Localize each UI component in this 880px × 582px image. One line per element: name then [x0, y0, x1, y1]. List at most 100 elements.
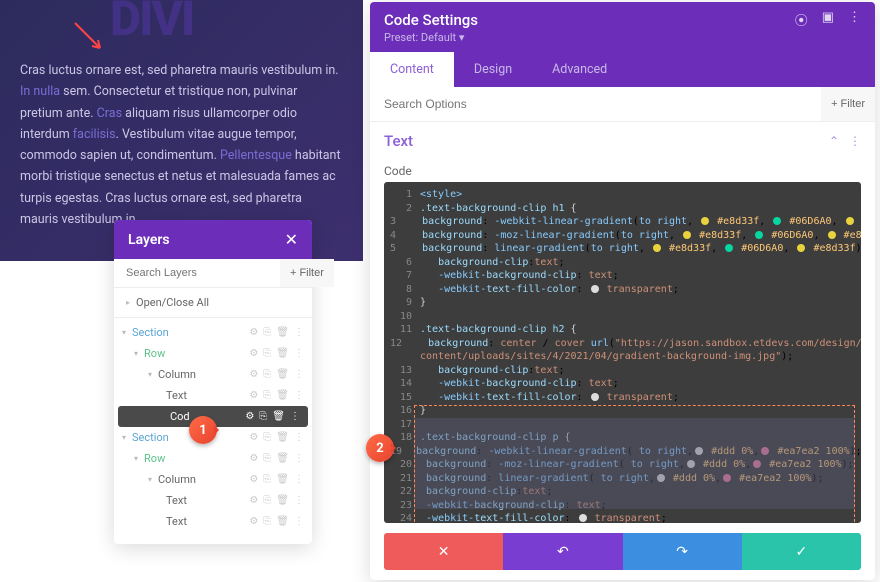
- code-line[interactable]: 20 background: -moz-linear-gradient( to …: [390, 458, 855, 472]
- gear-icon[interactable]: ⚙: [249, 390, 258, 401]
- copy-icon[interactable]: ⎘: [263, 327, 271, 338]
- code-line[interactable]: 6 background-clip:text;: [390, 256, 855, 270]
- copy-icon[interactable]: ⎘: [263, 453, 271, 464]
- tree-item[interactable]: ▾Section⚙⎘🗑⋮: [114, 322, 312, 343]
- more-icon[interactable]: ⋮: [294, 516, 304, 527]
- copy-icon[interactable]: ⎘: [263, 495, 271, 506]
- cancel-button[interactable]: ✕: [384, 533, 503, 570]
- tab-advanced[interactable]: Advanced: [532, 52, 627, 87]
- menu-icon[interactable]: ⋮: [848, 10, 861, 29]
- caret-icon[interactable]: ▾: [122, 328, 126, 337]
- more-icon[interactable]: ⋮: [294, 474, 304, 485]
- copy-icon[interactable]: ⎘: [263, 390, 271, 401]
- caret-icon[interactable]: ▾: [122, 433, 126, 442]
- more-icon[interactable]: ⋮: [294, 348, 304, 359]
- undo-button[interactable]: ↶: [503, 533, 622, 570]
- tab-design[interactable]: Design: [454, 52, 532, 87]
- more-icon[interactable]: ⋮: [294, 369, 304, 380]
- tree-item[interactable]: Text⚙⎘🗑⋮: [114, 385, 312, 406]
- more-icon[interactable]: ⋮: [294, 453, 304, 464]
- code-line[interactable]: 11.text-background-clip h2 {: [390, 323, 855, 337]
- code-line[interactable]: 1<style>: [390, 188, 855, 202]
- trash-icon[interactable]: 🗑: [276, 327, 289, 338]
- code-line[interactable]: 2.text-background-clip h1 {: [390, 202, 855, 216]
- code-search-input[interactable]: [370, 87, 821, 121]
- open-close-all[interactable]: ▸Open/Close All: [114, 288, 312, 318]
- code-line[interactable]: 5 background: linear-gradient(to right, …: [390, 242, 855, 256]
- section-menu-icon[interactable]: ⋮: [849, 134, 861, 148]
- copy-icon[interactable]: ⎘: [263, 432, 271, 443]
- code-line[interactable]: 22 background-clip:text;: [390, 485, 855, 499]
- more-icon[interactable]: ⋮: [294, 390, 304, 401]
- trash-icon[interactable]: 🗑: [276, 495, 289, 506]
- gear-icon[interactable]: ⚙: [249, 327, 258, 338]
- caret-icon[interactable]: ▾: [134, 349, 138, 358]
- code-editor[interactable]: 1<style>2.text-background-clip h1 {3 bac…: [384, 182, 861, 523]
- expand-icon[interactable]: ▣: [822, 10, 834, 29]
- tree-item[interactable]: ▾Column⚙⎘🗑⋮: [114, 364, 312, 385]
- code-line[interactable]: 16}: [390, 404, 855, 418]
- code-line[interactable]: 21 background: linear-gradient( to right…: [390, 472, 855, 486]
- close-icon[interactable]: ✕: [285, 230, 298, 249]
- code-line[interactable]: 18.text-background-clip p {: [390, 431, 855, 445]
- redo-button[interactable]: ↷: [623, 533, 742, 570]
- chevron-up-icon[interactable]: ⌃: [829, 134, 839, 148]
- trash-icon[interactable]: 🗑: [276, 516, 289, 527]
- code-line[interactable]: 10: [390, 310, 855, 324]
- code-line[interactable]: 24 -webkit-text-fill-color: transparent;: [390, 512, 855, 523]
- caret-icon[interactable]: ▾: [134, 454, 138, 463]
- gear-icon[interactable]: ⚙: [249, 474, 258, 485]
- gear-icon[interactable]: ⚙: [245, 411, 254, 422]
- more-icon[interactable]: ⋮: [294, 495, 304, 506]
- code-line[interactable]: 19 background: -webkit-linear-gradient( …: [390, 445, 855, 459]
- trash-icon[interactable]: 🗑: [276, 390, 289, 401]
- layers-search-input[interactable]: [114, 259, 280, 287]
- code-line[interactable]: 14 -webkit-background-clip: text;: [390, 377, 855, 391]
- link-1[interactable]: In nulla: [20, 84, 60, 99]
- copy-icon[interactable]: ⎘: [263, 474, 271, 485]
- code-line[interactable]: 17: [390, 418, 855, 432]
- code-line[interactable]: 13 background-clip:text;: [390, 364, 855, 378]
- trash-icon[interactable]: 🗑: [276, 453, 289, 464]
- target-icon[interactable]: ⦿: [795, 10, 808, 29]
- code-line[interactable]: 9}: [390, 296, 855, 310]
- tree-item[interactable]: ▾Row⚙⎘🗑⋮: [114, 343, 312, 364]
- link-2[interactable]: Cras: [97, 106, 122, 121]
- more-icon[interactable]: ⋮: [290, 411, 300, 422]
- gear-icon[interactable]: ⚙: [249, 495, 258, 506]
- trash-icon[interactable]: 🗑: [276, 369, 289, 380]
- tree-item[interactable]: Text⚙⎘🗑⋮: [114, 511, 312, 532]
- tab-content[interactable]: Content: [370, 52, 454, 87]
- link-4[interactable]: Pellentesque: [220, 148, 292, 163]
- more-icon[interactable]: ⋮: [294, 327, 304, 338]
- tree-item[interactable]: ▾Row⚙⎘🗑⋮: [114, 448, 312, 469]
- trash-icon[interactable]: 🗑: [276, 432, 289, 443]
- code-line[interactable]: 23 -webkit-background-clip: text;: [390, 499, 855, 513]
- trash-icon[interactable]: 🗑: [272, 411, 285, 422]
- code-line[interactable]: 7 -webkit-background-clip: text;: [390, 269, 855, 283]
- caret-icon[interactable]: ▾: [148, 370, 152, 379]
- save-button[interactable]: ✓: [742, 533, 861, 570]
- code-filter-button[interactable]: +Filter: [821, 87, 875, 121]
- tree-item[interactable]: Text⚙⎘🗑⋮: [114, 490, 312, 511]
- code-line[interactable]: 15 -webkit-text-fill-color: transparent;: [390, 391, 855, 405]
- code-line[interactable]: 4 background: -moz-linear-gradient(to ri…: [390, 229, 855, 243]
- gear-icon[interactable]: ⚙: [249, 432, 258, 443]
- text-section-header[interactable]: Text ⌃ ⋮: [370, 122, 875, 160]
- code-line[interactable]: content/uploads/sites/4/2021/04/gradient…: [390, 350, 855, 364]
- layers-filter-button[interactable]: +Filter: [280, 259, 334, 287]
- tree-item[interactable]: ▾Column⚙⎘🗑⋮: [114, 469, 312, 490]
- copy-icon[interactable]: ⎘: [259, 411, 267, 422]
- copy-icon[interactable]: ⎘: [263, 516, 271, 527]
- trash-icon[interactable]: 🗑: [276, 348, 289, 359]
- code-line[interactable]: 12 background: center / cover url("https…: [390, 337, 855, 351]
- trash-icon[interactable]: 🗑: [276, 474, 289, 485]
- code-line[interactable]: 8 -webkit-text-fill-color: transparent;: [390, 283, 855, 297]
- link-3[interactable]: facilisis: [73, 127, 116, 142]
- copy-icon[interactable]: ⎘: [263, 348, 271, 359]
- gear-icon[interactable]: ⚙: [249, 453, 258, 464]
- more-icon[interactable]: ⋮: [294, 432, 304, 443]
- gear-icon[interactable]: ⚙: [249, 516, 258, 527]
- caret-icon[interactable]: ▾: [148, 475, 152, 484]
- preset-label[interactable]: Preset: Default ▾: [384, 31, 861, 44]
